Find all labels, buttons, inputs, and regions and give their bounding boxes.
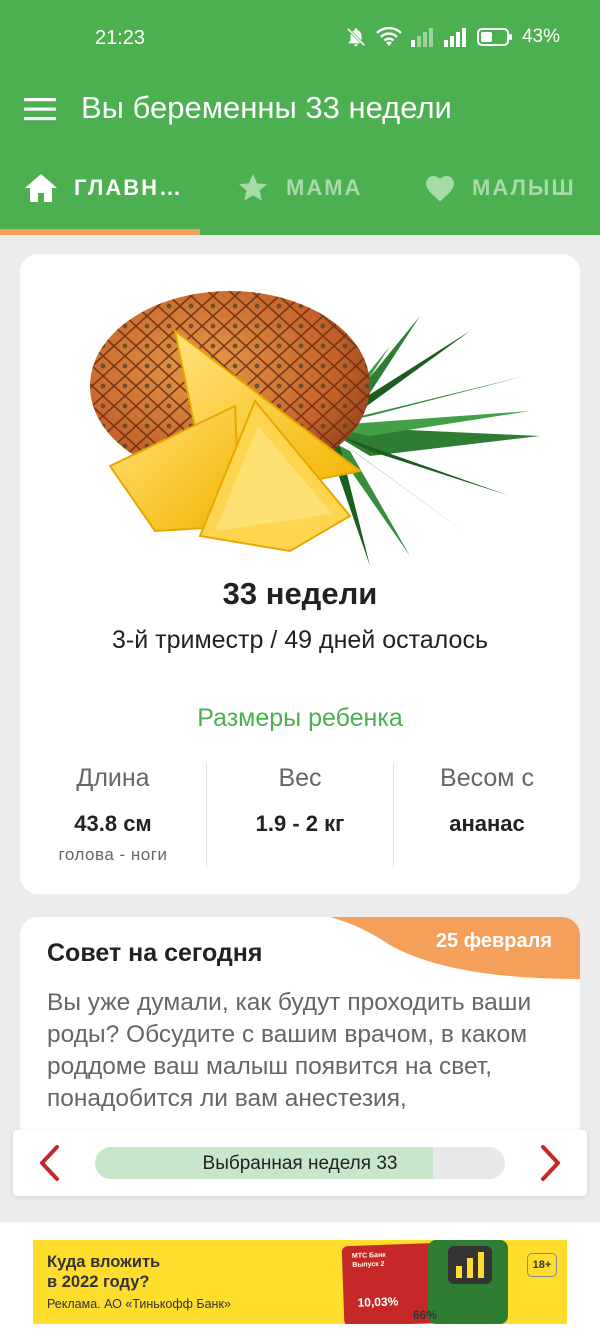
ad-headline-line: Куда вложить xyxy=(47,1253,161,1271)
tip-text: Вы уже думали, как будут проходить ваши … xyxy=(47,989,532,1112)
tab-mama-label: МАМА xyxy=(286,174,363,200)
metric-value: ананас xyxy=(449,811,525,836)
pineapple-image xyxy=(90,291,540,566)
tab-mama[interactable]: МАМА xyxy=(236,140,362,235)
app-bar: Вы беременны 33 недели xyxy=(0,78,600,140)
chevron-right-icon[interactable] xyxy=(539,1144,563,1182)
ad-headline: Куда вложить в 2022 году? xyxy=(47,1252,160,1292)
ad-disclaimer: Реклама. АО «Тинькофф Банк» xyxy=(47,1297,231,1311)
wifi-icon xyxy=(376,26,402,48)
baby-sizes-title: Размеры ребенка xyxy=(197,704,403,732)
metric-length: Длина 43.8 см голова - ноги xyxy=(20,764,206,865)
status-bar: 21:23 43% xyxy=(0,0,600,78)
signal-icon xyxy=(410,27,435,47)
home-icon xyxy=(25,173,57,202)
battery-icon xyxy=(476,27,513,47)
signal-icon xyxy=(443,27,468,47)
metric-label: Вес xyxy=(278,764,322,792)
week-progress-bar[interactable]: Выбранная неделя 33 xyxy=(95,1147,505,1179)
ad-rate-secondary: 66% xyxy=(413,1308,438,1322)
star-icon xyxy=(239,173,267,201)
status-time: 21:23 xyxy=(95,27,146,49)
battery-percent: 43% xyxy=(521,26,560,47)
week-title: 33 недели xyxy=(222,576,378,611)
status-icons: 43% xyxy=(345,26,560,48)
metric-value: 43.8 см xyxy=(74,811,152,836)
ad-banner[interactable]: Куда вложить в 2022 году? Реклама. АО «Т… xyxy=(33,1240,567,1324)
metric-note: голова - ноги xyxy=(58,845,168,864)
tab-bar: ГЛАВН… МАМА МАЛЫШ xyxy=(0,140,600,235)
age-rating-badge: 18+ xyxy=(527,1253,557,1277)
selected-week-label: Выбранная неделя 33 xyxy=(202,1153,398,1174)
tip-date: 25 февраля xyxy=(435,930,552,952)
ad-headline-line: в 2022 году? xyxy=(47,1273,150,1291)
metric-label: Длина xyxy=(76,764,150,792)
page-title: Вы беременны 33 недели xyxy=(81,90,452,125)
metric-weight: Вес 1.9 - 2 кг xyxy=(207,764,393,837)
tab-home[interactable]: ГЛАВН… xyxy=(24,140,183,235)
heart-icon xyxy=(426,175,454,201)
tip-title: Совет на сегодня xyxy=(47,939,263,967)
metric-label: Весом с xyxy=(440,764,534,792)
tab-home-label: ГЛАВН… xyxy=(74,174,184,200)
week-card: 33 недели 3-й триместр / 49 дней осталос… xyxy=(20,254,580,894)
hamburger-menu-icon[interactable] xyxy=(24,96,56,122)
bar-chart-icon xyxy=(448,1246,492,1284)
tab-baby[interactable]: МАЛЫШ xyxy=(424,140,576,235)
metric-fruit-size: Весом с ананас xyxy=(394,764,580,837)
ad-card-text: МТС Банк Выпуск 2 xyxy=(351,1251,386,1269)
ad-area: Куда вложить в 2022 году? Реклама. АО «Т… xyxy=(0,1222,600,1339)
tab-indicator xyxy=(0,229,200,235)
chevron-left-icon[interactable] xyxy=(37,1144,61,1182)
week-selector: Выбранная неделя 33 xyxy=(13,1130,587,1196)
tab-baby-label: МАЛЫШ xyxy=(472,174,576,200)
mute-bell-icon xyxy=(345,26,367,48)
ad-rate: 10,03% xyxy=(357,1294,399,1310)
metric-value: 1.9 - 2 кг xyxy=(255,811,345,836)
trimester-subtitle: 3-й триместр / 49 дней осталось xyxy=(112,626,488,654)
